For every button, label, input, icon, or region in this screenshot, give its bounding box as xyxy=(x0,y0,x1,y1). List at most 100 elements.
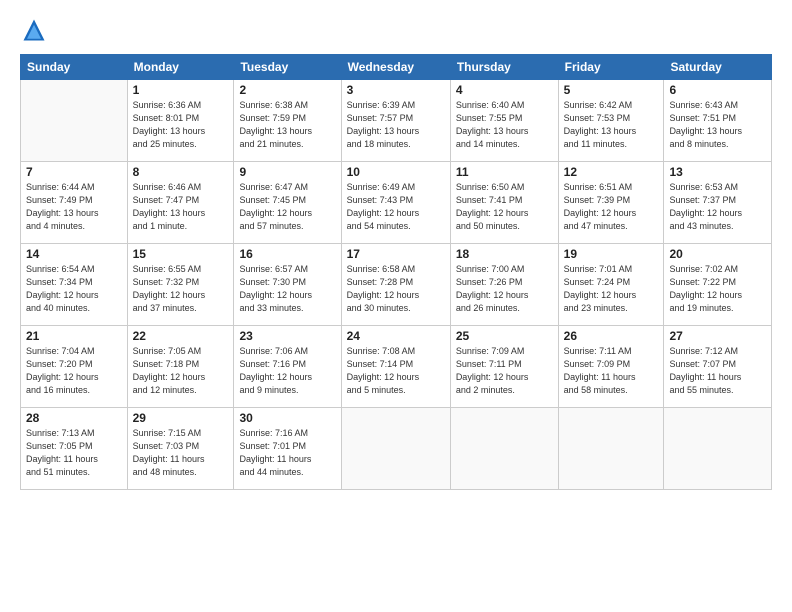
weekday-header-thursday: Thursday xyxy=(450,55,558,80)
day-cell: 16 Sunrise: 6:57 AM Sunset: 7:30 PM Dayli… xyxy=(234,244,341,326)
day-info: Sunrise: 6:40 AM Sunset: 7:55 PM Dayligh… xyxy=(456,99,553,151)
day-number: 5 xyxy=(564,83,659,97)
day-number: 30 xyxy=(239,411,335,425)
day-info: Sunrise: 7:04 AM Sunset: 7:20 PM Dayligh… xyxy=(26,345,122,397)
day-cell xyxy=(558,408,664,490)
day-info: Sunrise: 6:47 AM Sunset: 7:45 PM Dayligh… xyxy=(239,181,335,233)
day-info: Sunrise: 6:53 AM Sunset: 7:37 PM Dayligh… xyxy=(669,181,766,233)
day-number: 1 xyxy=(133,83,229,97)
day-info: Sunrise: 7:13 AM Sunset: 7:05 PM Dayligh… xyxy=(26,427,122,479)
calendar-table: SundayMondayTuesdayWednesdayThursdayFrid… xyxy=(20,54,772,490)
day-cell: 10Sunrise: 6:49 AM Sunset: 7:43 PM Dayli… xyxy=(341,162,450,244)
day-cell: 30 Sunrise: 7:16 AM Sunset: 7:01 PM Dayli… xyxy=(234,408,341,490)
day-cell: 22 Sunrise: 7:05 AM Sunset: 7:18 PM Dayli… xyxy=(127,326,234,408)
day-info: Sunrise: 6:54 AM Sunset: 7:34 PM Dayligh… xyxy=(26,263,122,315)
day-number: 17 xyxy=(347,247,445,261)
day-number: 27 xyxy=(669,329,766,343)
day-number: 22 xyxy=(133,329,229,343)
day-number: 16 xyxy=(239,247,335,261)
day-info: Sunrise: 6:50 AM Sunset: 7:41 PM Dayligh… xyxy=(456,181,553,233)
day-info: Sunrise: 6:58 AM Sunset: 7:28 PM Dayligh… xyxy=(347,263,445,315)
day-cell xyxy=(21,80,128,162)
day-number: 21 xyxy=(26,329,122,343)
day-number: 13 xyxy=(669,165,766,179)
day-info: Sunrise: 6:39 AM Sunset: 7:57 PM Dayligh… xyxy=(347,99,445,151)
day-number: 2 xyxy=(239,83,335,97)
day-cell: 7 Sunrise: 6:44 AM Sunset: 7:49 PM Daylig… xyxy=(21,162,128,244)
day-number: 19 xyxy=(564,247,659,261)
weekday-header-wednesday: Wednesday xyxy=(341,55,450,80)
day-cell: 5 Sunrise: 6:42 AM Sunset: 7:53 PM Daylig… xyxy=(558,80,664,162)
day-cell xyxy=(664,408,772,490)
day-number: 11 xyxy=(456,165,553,179)
week-row-4: 28 Sunrise: 7:13 AM Sunset: 7:05 PM Dayli… xyxy=(21,408,772,490)
weekday-header-friday: Friday xyxy=(558,55,664,80)
day-info: Sunrise: 7:01 AM Sunset: 7:24 PM Dayligh… xyxy=(564,263,659,315)
day-cell: 26 Sunrise: 7:11 AM Sunset: 7:09 PM Dayli… xyxy=(558,326,664,408)
day-info: Sunrise: 6:38 AM Sunset: 7:59 PM Dayligh… xyxy=(239,99,335,151)
day-info: Sunrise: 6:49 AM Sunset: 7:43 PM Dayligh… xyxy=(347,181,445,233)
day-number: 12 xyxy=(564,165,659,179)
day-cell xyxy=(450,408,558,490)
day-number: 23 xyxy=(239,329,335,343)
day-number: 4 xyxy=(456,83,553,97)
day-number: 14 xyxy=(26,247,122,261)
day-info: Sunrise: 6:42 AM Sunset: 7:53 PM Dayligh… xyxy=(564,99,659,151)
day-cell: 9 Sunrise: 6:47 AM Sunset: 7:45 PM Daylig… xyxy=(234,162,341,244)
header xyxy=(20,16,772,44)
day-info: Sunrise: 7:11 AM Sunset: 7:09 PM Dayligh… xyxy=(564,345,659,397)
day-cell: 27 Sunrise: 7:12 AM Sunset: 7:07 PM Dayli… xyxy=(664,326,772,408)
day-cell: 25 Sunrise: 7:09 AM Sunset: 7:11 PM Dayli… xyxy=(450,326,558,408)
day-number: 3 xyxy=(347,83,445,97)
day-cell: 4 Sunrise: 6:40 AM Sunset: 7:55 PM Daylig… xyxy=(450,80,558,162)
day-cell: 20 Sunrise: 7:02 AM Sunset: 7:22 PM Dayli… xyxy=(664,244,772,326)
day-info: Sunrise: 7:09 AM Sunset: 7:11 PM Dayligh… xyxy=(456,345,553,397)
day-info: Sunrise: 6:55 AM Sunset: 7:32 PM Dayligh… xyxy=(133,263,229,315)
weekday-header-row: SundayMondayTuesdayWednesdayThursdayFrid… xyxy=(21,55,772,80)
day-info: Sunrise: 6:46 AM Sunset: 7:47 PM Dayligh… xyxy=(133,181,229,233)
day-number: 29 xyxy=(133,411,229,425)
day-info: Sunrise: 7:15 AM Sunset: 7:03 PM Dayligh… xyxy=(133,427,229,479)
page: SundayMondayTuesdayWednesdayThursdayFrid… xyxy=(0,0,792,612)
week-row-3: 21 Sunrise: 7:04 AM Sunset: 7:20 PM Dayli… xyxy=(21,326,772,408)
day-info: Sunrise: 7:08 AM Sunset: 7:14 PM Dayligh… xyxy=(347,345,445,397)
day-info: Sunrise: 7:12 AM Sunset: 7:07 PM Dayligh… xyxy=(669,345,766,397)
day-info: Sunrise: 7:16 AM Sunset: 7:01 PM Dayligh… xyxy=(239,427,335,479)
day-number: 24 xyxy=(347,329,445,343)
day-cell: 3 Sunrise: 6:39 AM Sunset: 7:57 PM Daylig… xyxy=(341,80,450,162)
day-cell: 24 Sunrise: 7:08 AM Sunset: 7:14 PM Dayli… xyxy=(341,326,450,408)
day-number: 15 xyxy=(133,247,229,261)
day-cell xyxy=(341,408,450,490)
weekday-header-monday: Monday xyxy=(127,55,234,80)
day-cell: 21 Sunrise: 7:04 AM Sunset: 7:20 PM Dayli… xyxy=(21,326,128,408)
day-number: 18 xyxy=(456,247,553,261)
weekday-header-saturday: Saturday xyxy=(664,55,772,80)
day-cell: 13 Sunrise: 6:53 AM Sunset: 7:37 PM Dayli… xyxy=(664,162,772,244)
day-number: 25 xyxy=(456,329,553,343)
day-number: 20 xyxy=(669,247,766,261)
logo-icon xyxy=(20,16,48,44)
day-info: Sunrise: 7:00 AM Sunset: 7:26 PM Dayligh… xyxy=(456,263,553,315)
day-number: 9 xyxy=(239,165,335,179)
day-info: Sunrise: 7:05 AM Sunset: 7:18 PM Dayligh… xyxy=(133,345,229,397)
day-info: Sunrise: 6:36 AM Sunset: 8:01 PM Dayligh… xyxy=(133,99,229,151)
logo xyxy=(20,16,52,44)
day-info: Sunrise: 7:02 AM Sunset: 7:22 PM Dayligh… xyxy=(669,263,766,315)
day-number: 28 xyxy=(26,411,122,425)
day-info: Sunrise: 6:43 AM Sunset: 7:51 PM Dayligh… xyxy=(669,99,766,151)
day-info: Sunrise: 6:57 AM Sunset: 7:30 PM Dayligh… xyxy=(239,263,335,315)
day-cell: 17 Sunrise: 6:58 AM Sunset: 7:28 PM Dayli… xyxy=(341,244,450,326)
weekday-header-sunday: Sunday xyxy=(21,55,128,80)
day-info: Sunrise: 6:44 AM Sunset: 7:49 PM Dayligh… xyxy=(26,181,122,233)
day-cell: 8 Sunrise: 6:46 AM Sunset: 7:47 PM Daylig… xyxy=(127,162,234,244)
day-cell: 15 Sunrise: 6:55 AM Sunset: 7:32 PM Dayli… xyxy=(127,244,234,326)
day-number: 26 xyxy=(564,329,659,343)
day-cell: 1 Sunrise: 6:36 AM Sunset: 8:01 PM Daylig… xyxy=(127,80,234,162)
day-cell: 14 Sunrise: 6:54 AM Sunset: 7:34 PM Dayli… xyxy=(21,244,128,326)
day-number: 7 xyxy=(26,165,122,179)
day-info: Sunrise: 6:51 AM Sunset: 7:39 PM Dayligh… xyxy=(564,181,659,233)
day-number: 8 xyxy=(133,165,229,179)
day-cell: 19 Sunrise: 7:01 AM Sunset: 7:24 PM Dayli… xyxy=(558,244,664,326)
day-cell: 2 Sunrise: 6:38 AM Sunset: 7:59 PM Daylig… xyxy=(234,80,341,162)
day-cell: 12 Sunrise: 6:51 AM Sunset: 7:39 PM Dayli… xyxy=(558,162,664,244)
